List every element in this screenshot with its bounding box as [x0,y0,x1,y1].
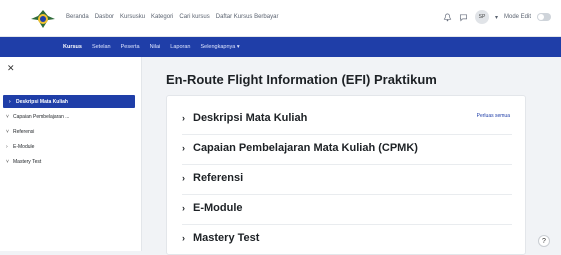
section-title: Referensi [193,172,244,184]
tab-selengkapnya[interactable]: Selengkapnya ▾ [200,44,239,50]
top-bar: Beranda Dasbor Kursusku Kategori Cari ku… [0,0,561,37]
top-navigation: Beranda Dasbor Kursusku Kategori Cari ku… [66,14,278,20]
nav-link-kategori[interactable]: Kategori [151,14,173,20]
close-icon[interactable]: ✕ [7,63,15,74]
section-divider [182,224,512,225]
section-title: E-Module [193,202,243,214]
course-navigation-bar: Kursus Setelan Peserta Nilai Laporan Sel… [0,37,561,57]
chevron-right-icon: › [182,203,185,213]
main-content: En-Route Flight Information (EFI) Prakti… [143,57,561,255]
chevron-down-icon: ▾ [236,44,240,50]
section-title: Deskripsi Mata Kuliah [193,112,308,124]
sidebar-item-label: Referensi [13,128,35,135]
site-logo-icon[interactable] [30,7,56,31]
sidebar-item-label: Deskripsi Mata Kuliah [16,98,68,105]
edit-mode-label: Mode Edit [503,14,531,20]
section-referensi[interactable]: › Referensi [182,168,243,188]
tab-nilai[interactable]: Nilai [150,44,161,50]
chevron-right-icon: › [182,233,185,243]
chevron-down-icon: ˅ [6,113,9,120]
sidebar-item-deskripsi-mata-kuliah[interactable]: › Deskripsi Mata Kuliah [3,95,135,108]
chevron-right-icon: › [182,113,185,123]
page-title: En-Route Flight Information (EFI) Prakti… [166,72,437,87]
chevron-right-icon: › [9,98,11,105]
sidebar-item-label: E-Module [13,143,35,150]
nav-link-beranda[interactable]: Beranda [66,14,89,20]
section-title: Mastery Test [193,232,260,244]
expand-all-link[interactable]: Perluas semua [477,113,510,119]
sidebar-item-label: Capaian Pembelajaran ... [13,113,70,120]
chevron-down-icon[interactable]: ▾ [495,14,498,21]
section-deskripsi-mata-kuliah[interactable]: › Deskripsi Mata Kuliah [182,108,307,128]
chevron-right-icon: › [6,143,8,150]
nav-link-cari-kursus[interactable]: Cari kursus [179,14,209,20]
chevron-right-icon: › [182,173,185,183]
tab-peserta[interactable]: Peserta [121,44,140,50]
section-divider [182,164,512,165]
messages-icon[interactable] [459,12,469,22]
section-title: Capaian Pembelajaran Mata Kuliah (CPMK) [193,142,418,154]
sidebar-item-referensi[interactable]: ˅ Referensi [0,125,140,138]
tab-setelan[interactable]: Setelan [92,44,111,50]
chevron-down-icon: ˅ [6,158,9,165]
section-mastery-test[interactable]: › Mastery Test [182,228,259,248]
sidebar-item-mastery-test[interactable]: ˅ Mastery Test [0,155,140,168]
chevron-right-icon: › [182,143,185,153]
user-controls: SP ▾ Mode Edit [443,10,551,24]
sidebar-item-label: Mastery Test [13,158,42,165]
section-divider [182,194,512,195]
tab-selengkapnya-label: Selengkapnya [200,44,236,50]
user-avatar[interactable]: SP [474,10,489,24]
nav-link-daftar-kursus-berbayar[interactable]: Daftar Kursus Berbayar [216,14,279,20]
section-divider [182,134,512,135]
tab-laporan[interactable]: Laporan [170,44,190,50]
section-capaian-pembelajaran[interactable]: › Capaian Pembelajaran Mata Kuliah (CPMK… [182,138,418,158]
section-e-module[interactable]: › E-Module [182,198,243,218]
course-index-drawer: ✕ › Deskripsi Mata Kuliah ˅ Capaian Pemb… [0,57,142,251]
tab-kursus[interactable]: Kursus [63,44,82,50]
course-sections-card: Perluas semua › Deskripsi Mata Kuliah › … [166,95,526,255]
help-button[interactable]: ? [538,235,550,247]
edit-mode-toggle[interactable] [537,13,551,21]
sidebar-item-capaian-pembelajaran[interactable]: ˅ Capaian Pembelajaran ... [0,110,140,123]
chevron-down-icon: ˅ [6,128,9,135]
nav-link-kursusku[interactable]: Kursusku [120,14,145,20]
notification-bell-icon[interactable] [443,12,453,22]
nav-link-dasbor[interactable]: Dasbor [95,14,114,20]
sidebar-item-e-module[interactable]: › E-Module [0,140,140,153]
